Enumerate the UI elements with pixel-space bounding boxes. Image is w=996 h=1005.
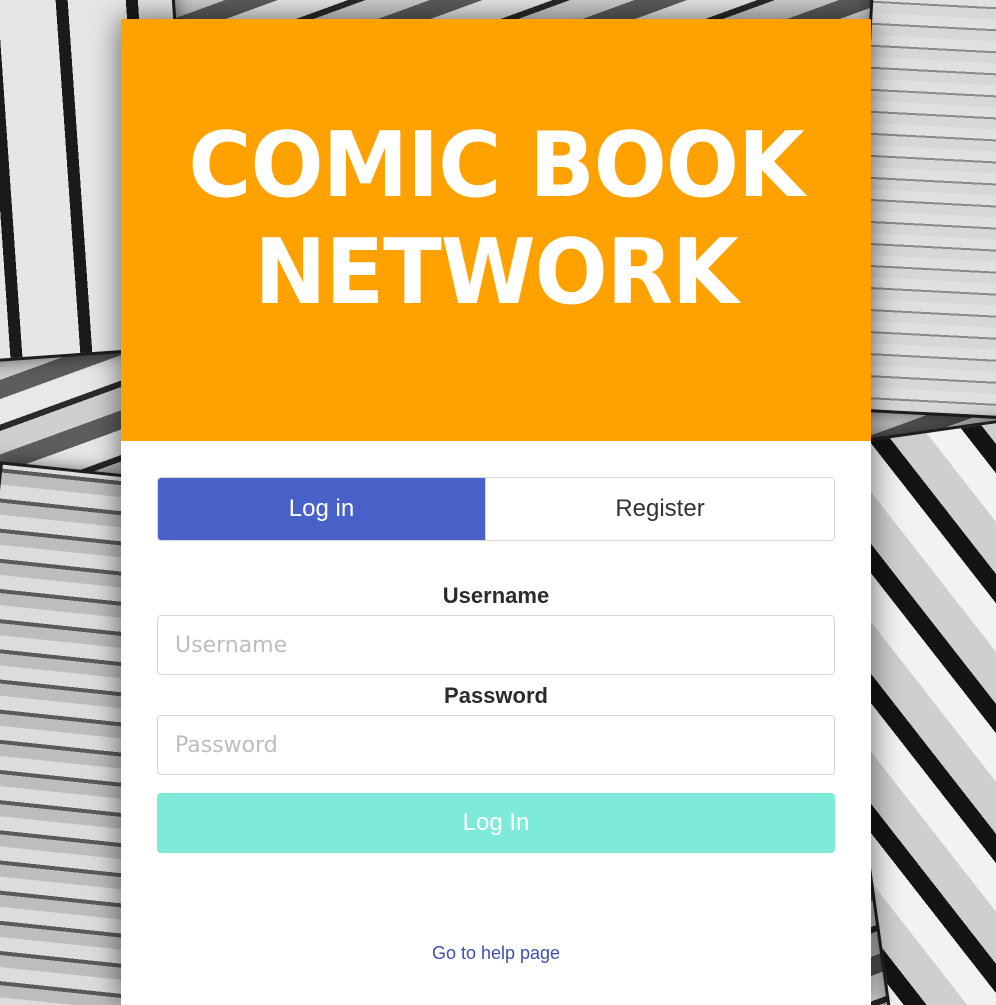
brand-banner: COMIC BOOK NETWORK (121, 19, 871, 441)
tab-register[interactable]: Register (485, 478, 834, 540)
login-form: Log in Register Username Password Log In (157, 477, 835, 853)
password-input[interactable] (157, 715, 835, 775)
login-card: COMIC BOOK NETWORK Log in Register Usern… (121, 19, 871, 1005)
site-logo: COMIC BOOK NETWORK (188, 112, 804, 326)
login-submit-button[interactable]: Log In (157, 793, 835, 853)
help-footer: Go to help page (121, 943, 871, 964)
password-label: Password (444, 683, 548, 708)
help-page-link[interactable]: Go to help page (432, 943, 560, 963)
logo-line-2: NETWORK (254, 220, 738, 326)
logo-line-1: COMIC BOOK (188, 112, 804, 218)
username-input[interactable] (157, 615, 835, 675)
username-label: Username (442, 583, 550, 608)
tab-login[interactable]: Log in (158, 478, 485, 540)
auth-tabs: Log in Register (157, 477, 835, 541)
